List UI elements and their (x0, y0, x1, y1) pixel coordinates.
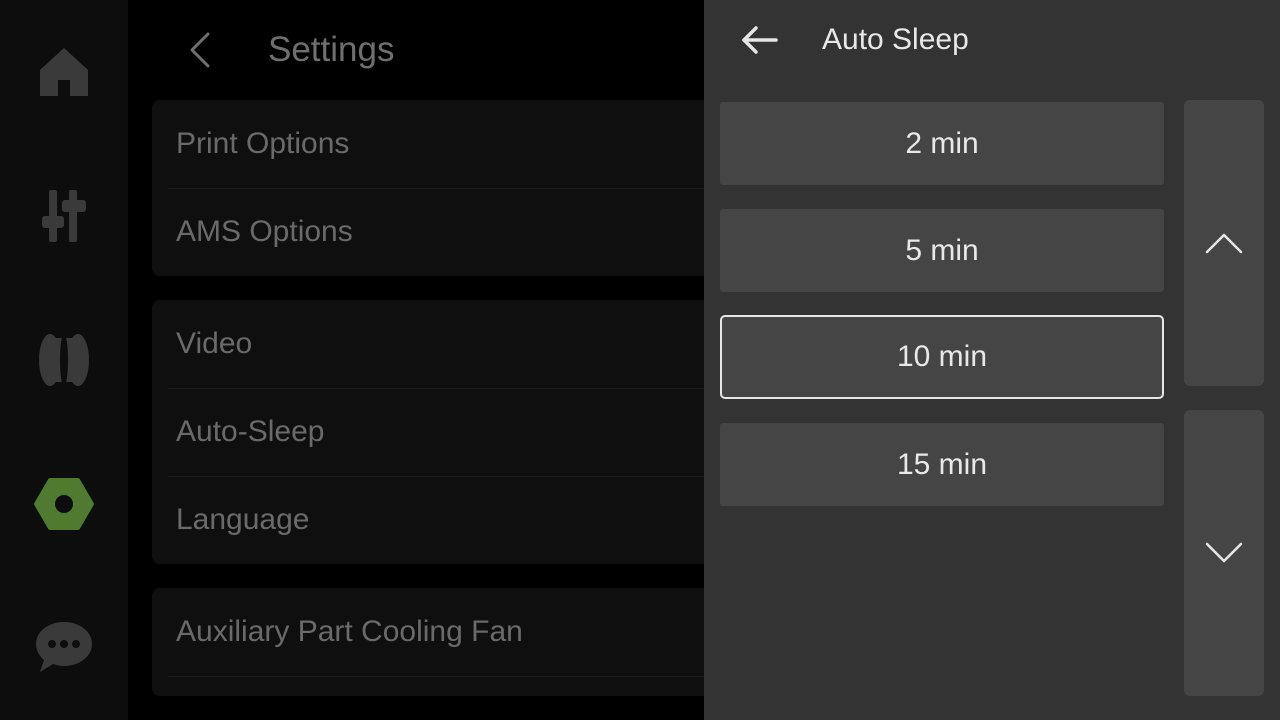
settings-item-label: Print Options (176, 127, 350, 160)
option-5-min[interactable]: 5 min (720, 209, 1164, 292)
settings-item-ams-options[interactable]: AMS Options (152, 188, 712, 276)
screen: Settings Print Options AMS Options Video… (0, 0, 1280, 720)
home-icon (40, 48, 88, 96)
chat-icon (36, 622, 92, 672)
settings-item-video[interactable]: Video (152, 300, 712, 388)
nav-controls[interactable] (24, 176, 104, 256)
filament-icon (39, 334, 89, 386)
controls-icon (42, 190, 86, 242)
arrow-left-icon (742, 26, 778, 54)
settings-group-print: Print Options AMS Options (152, 100, 712, 276)
settings-item-language[interactable]: Language (152, 476, 712, 564)
panel-back-button[interactable] (732, 16, 788, 64)
settings-pane: Settings Print Options AMS Options Video… (128, 0, 712, 720)
settings-item-partial (152, 676, 712, 696)
settings-group-system: Video Auto-Sleep Language (152, 300, 712, 564)
settings-group-fans: Auxiliary Part Cooling Fan (152, 588, 712, 696)
settings-item-auto-sleep[interactable]: Auto-Sleep (152, 388, 712, 476)
settings-item-label: Auto-Sleep (176, 415, 325, 448)
chevron-down-icon (1205, 542, 1243, 563)
settings-item-label: AMS Options (176, 215, 353, 248)
nav-home[interactable] (24, 32, 104, 112)
settings-item-aux-fan[interactable]: Auxiliary Part Cooling Fan (152, 588, 712, 676)
settings-header: Settings (128, 0, 704, 100)
option-2-min[interactable]: 2 min (720, 102, 1164, 185)
nav-filament[interactable] (24, 320, 104, 400)
chevron-left-icon (190, 32, 210, 68)
settings-back-button[interactable] (180, 26, 220, 74)
settings-nut-icon (34, 478, 94, 530)
page-title: Settings (268, 30, 395, 69)
scroll-up-button[interactable] (1184, 100, 1264, 386)
settings-item-print-options[interactable]: Print Options (152, 100, 712, 188)
settings-item-label: Language (176, 503, 310, 536)
auto-sleep-panel: Auto Sleep 2 min 5 min 10 min 15 min (704, 0, 1280, 720)
option-10-min[interactable]: 10 min (720, 315, 1164, 399)
settings-item-label: Auxiliary Part Cooling Fan (176, 615, 523, 648)
nav-settings[interactable] (24, 464, 104, 544)
scroll-down-button[interactable] (1184, 410, 1264, 696)
nav-chat[interactable] (24, 608, 104, 688)
settings-item-label: Video (176, 327, 253, 360)
nav-rail (0, 0, 128, 720)
option-15-min[interactable]: 15 min (720, 423, 1164, 506)
chevron-up-icon (1205, 233, 1243, 254)
panel-title: Auto Sleep (822, 23, 969, 56)
